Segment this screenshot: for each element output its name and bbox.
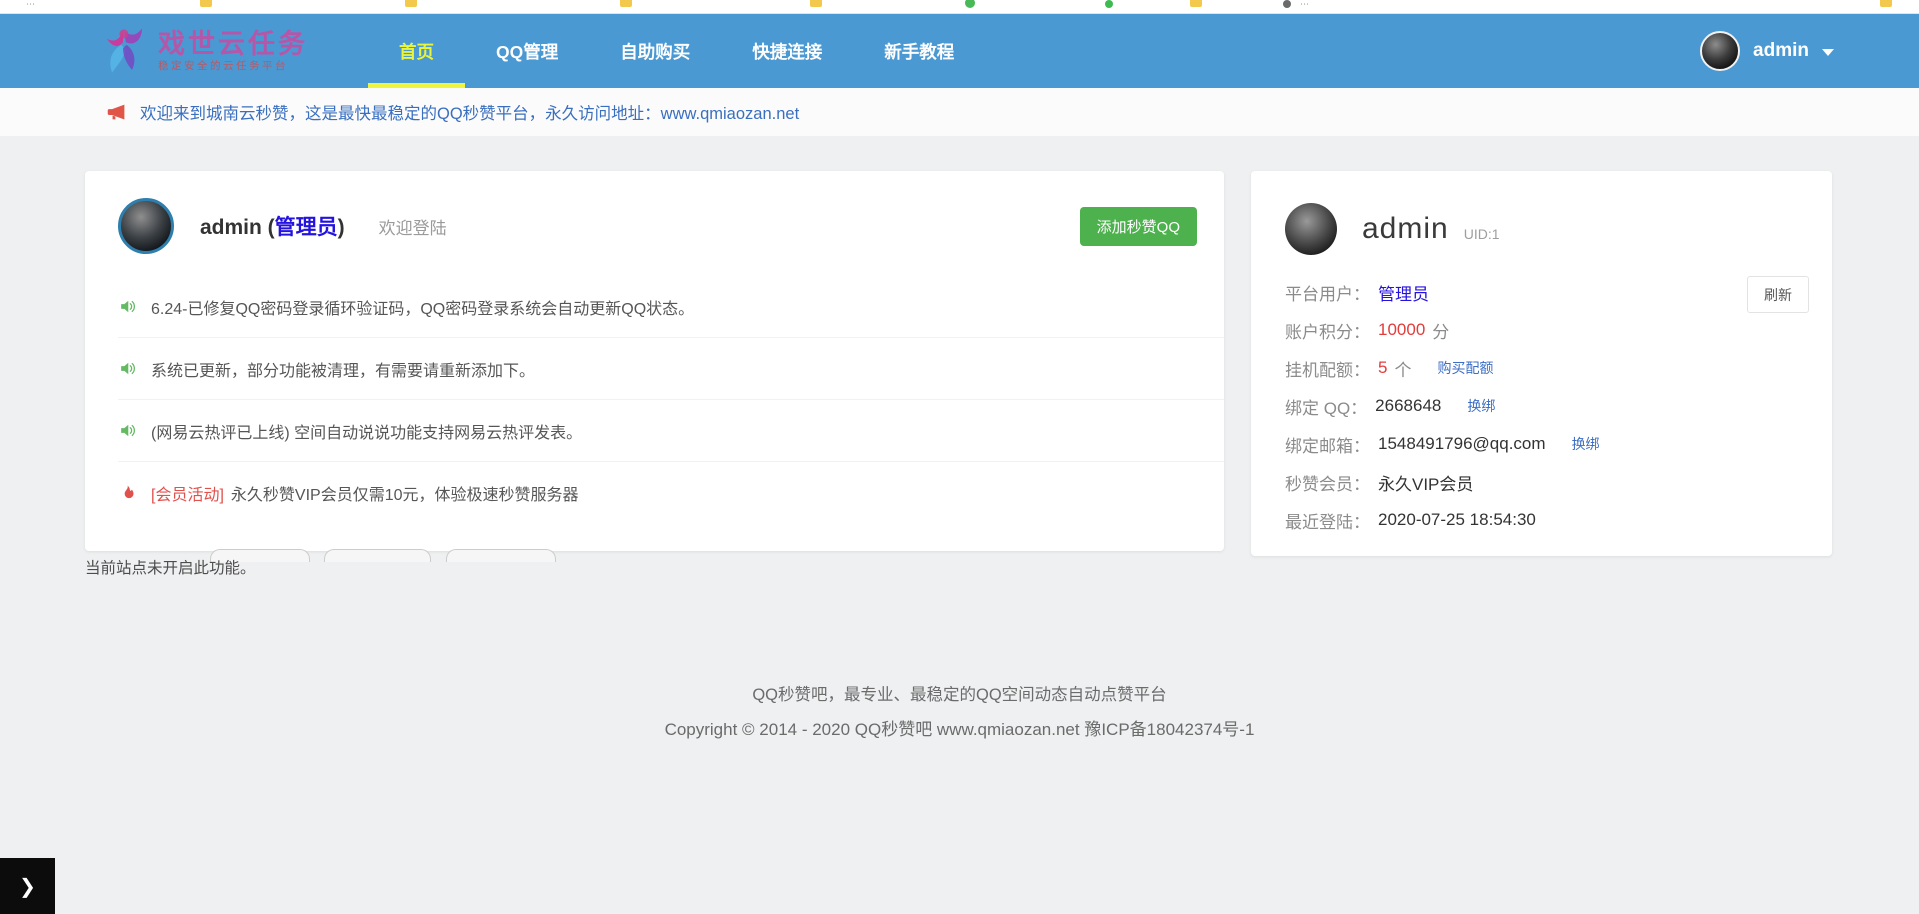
- nav-item-quick-links[interactable]: 快捷连接: [721, 14, 853, 88]
- bookmark-globe-icon[interactable]: [965, 0, 975, 8]
- logo-title: 戏世云任务: [158, 30, 308, 58]
- vip-value: 永久VIP会员: [1378, 470, 1473, 495]
- role-link[interactable]: 管理员: [1378, 280, 1429, 305]
- points-value: 10000: [1378, 320, 1425, 340]
- chevron-right-icon: ❯: [19, 874, 36, 899]
- bookmark-folder-icon[interactable]: [1880, 0, 1892, 7]
- bookmark-dot-icon[interactable]: [1283, 0, 1291, 8]
- notice-text: 系统已更新，部分功能被清理，有需要请重新添加下。: [151, 357, 535, 381]
- bookmark-folder-icon[interactable]: [620, 0, 632, 7]
- ellipsis-icon: ⋯: [26, 0, 36, 10]
- bound-qq-value: 2668648: [1375, 396, 1441, 416]
- nav-item-self-purchase[interactable]: 自助购买: [589, 14, 721, 88]
- hidden-tab-button[interactable]: [446, 549, 556, 562]
- profile-row-bind-qq: 绑定 QQ： 2668648 换绑: [1285, 387, 1798, 425]
- expand-panel-button[interactable]: ❯: [0, 858, 55, 914]
- bookmark-folder-icon[interactable]: [810, 0, 822, 7]
- notice-text: 永久秒赞VIP会员仅需10元，体验极速秒赞服务器: [231, 481, 579, 505]
- user-menu-toggle[interactable]: admin: [1700, 14, 1834, 88]
- bookmark-folder-icon[interactable]: [1190, 0, 1202, 7]
- ellipsis-icon: ⋯: [1300, 0, 1310, 10]
- profile-row-bind-email: 绑定邮箱： 1548491796@qq.com 换绑: [1285, 425, 1798, 463]
- notice-row: (网易云热评已上线) 空间自动说说功能支持网易云热评发表。: [118, 400, 1224, 462]
- notice-row: 系统已更新，部分功能被清理，有需要请重新添加下。: [118, 338, 1224, 400]
- bookmark-folder-icon[interactable]: [200, 0, 212, 7]
- profile-row-points: 账户积分： 10000 分: [1285, 311, 1798, 349]
- profile-row-platform-user: 平台用户： 管理员: [1285, 273, 1798, 311]
- main-nav: 首页 QQ管理 自助购买 快捷连接 新手教程: [368, 14, 985, 88]
- feature-disabled-text: 当前站点未开启此功能。: [85, 556, 256, 578]
- user-avatar: [1700, 31, 1740, 71]
- footer: QQ秒赞吧，最专业、最稳定的QQ空间动态自动点赞平台 Copyright © 2…: [0, 681, 1919, 740]
- quota-value: 5: [1378, 358, 1387, 378]
- bookmarks-strip: ⋯ ⋯: [0, 0, 1919, 14]
- bookmark-dot-icon[interactable]: [1105, 0, 1113, 8]
- speaker-icon: [118, 359, 137, 378]
- notice-text: 6.24-已修复QQ密码登录循环验证码，QQ密码登录系统会自动更新QQ状态。: [151, 295, 694, 319]
- nav-item-tutorial[interactable]: 新手教程: [853, 14, 985, 88]
- nav-item-qq-manage[interactable]: QQ管理: [465, 14, 589, 88]
- promo-tag: [会员活动]: [151, 481, 224, 505]
- nav-item-home[interactable]: 首页: [368, 14, 465, 88]
- welcome-card-header: admin (管理员) 欢迎登陆 添加秒赞QQ: [85, 171, 1224, 276]
- notice-text: (网易云热评已上线) 空间自动说说功能支持网易云热评发表。: [151, 419, 582, 443]
- chevron-down-icon: [1822, 49, 1834, 56]
- welcome-text: 欢迎登陆: [379, 214, 447, 239]
- rebind-qq-link[interactable]: 换绑: [1467, 396, 1495, 416]
- logo-subtitle: 稳定安全的云任务平台: [158, 61, 308, 72]
- buy-quota-link[interactable]: 购买配额: [1437, 358, 1493, 378]
- last-login-value: 2020-07-25 18:54:30: [1378, 510, 1536, 530]
- bound-email-value: 1548491796@qq.com: [1378, 434, 1546, 454]
- footer-copyright: Copyright © 2014 - 2020 QQ秒赞吧 www.qmiaoz…: [0, 715, 1919, 740]
- profile-rows: 平台用户： 管理员 账户积分： 10000 分 挂机配额： 5 个 购买配额 绑…: [1285, 273, 1798, 539]
- profile-uid: UID:1: [1464, 226, 1500, 242]
- user-avatar: [118, 198, 174, 254]
- navbar: 戏世云任务 稳定安全的云任务平台 首页 QQ管理 自助购买 快捷连接 新手教程 …: [0, 14, 1919, 88]
- footer-slogan: QQ秒赞吧，最专业、最稳定的QQ空间动态自动点赞平台: [0, 681, 1919, 705]
- profile-row-vip: 秒赞会员： 永久VIP会员: [1285, 463, 1798, 501]
- welcome-card: admin (管理员) 欢迎登陆 添加秒赞QQ 6.24-已修复QQ密码登录循环…: [85, 171, 1224, 551]
- notice-row: [会员活动] 永久秒赞VIP会员仅需10元，体验极速秒赞服务器: [118, 462, 1224, 524]
- add-miaozan-qq-button[interactable]: 添加秒赞QQ: [1080, 207, 1197, 246]
- role-label: 管理员: [275, 216, 338, 239]
- profile-row-quota: 挂机配额： 5 个 购买配额: [1285, 349, 1798, 387]
- profile-header: admin UID:1: [1285, 203, 1500, 255]
- flame-icon: [118, 484, 137, 503]
- bookmark-folder-icon[interactable]: [405, 0, 417, 7]
- profile-avatar: [1285, 203, 1337, 255]
- hidden-tab-button[interactable]: [324, 549, 431, 562]
- user-name: admin: [1753, 40, 1809, 62]
- speaker-icon: [118, 297, 137, 316]
- rebind-email-link[interactable]: 换绑: [1572, 434, 1600, 454]
- notice-row: 6.24-已修复QQ密码登录循环验证码，QQ密码登录系统会自动更新QQ状态。: [118, 276, 1224, 338]
- megaphone-icon: [106, 102, 127, 123]
- user-name-role: admin (管理员): [200, 211, 345, 241]
- speaker-icon: [118, 421, 137, 440]
- announcement-bar: 欢迎来到城南云秒赞，这是最快最稳定的QQ秒赞平台，永久访问地址：www.qmia…: [0, 88, 1919, 137]
- profile-name: admin: [1362, 212, 1449, 246]
- announcement-text: 欢迎来到城南云秒赞，这是最快最稳定的QQ秒赞平台，永久访问地址：www.qmia…: [140, 100, 799, 124]
- site-logo[interactable]: 戏世云任务 稳定安全的云任务平台: [96, 14, 308, 88]
- page: ⋯ ⋯ 戏世云任务 稳定安全的云任务平台: [0, 0, 1919, 914]
- logo-dancer-icon: [96, 23, 150, 79]
- profile-card: admin UID:1 刷新 平台用户： 管理员 账户积分： 10000 分 挂…: [1251, 171, 1832, 556]
- profile-row-last-login: 最近登陆： 2020-07-25 18:54:30: [1285, 501, 1798, 539]
